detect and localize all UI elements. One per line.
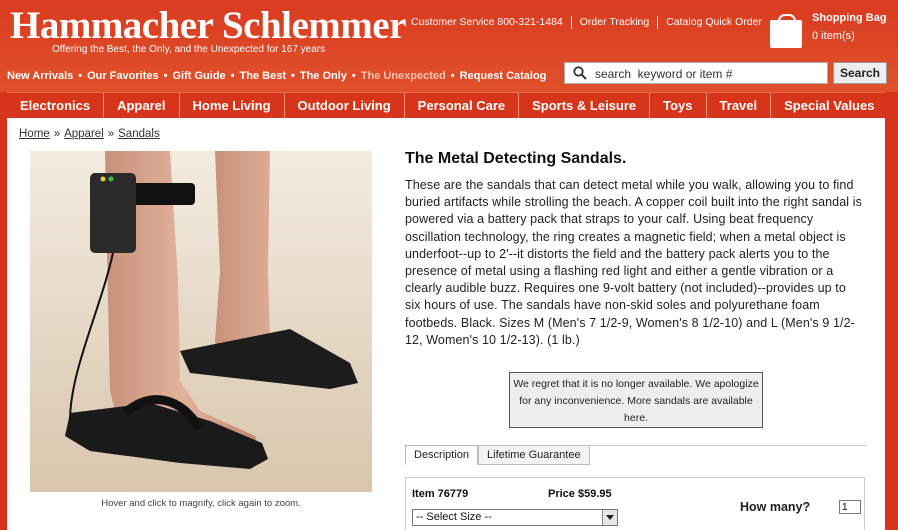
search-input[interactable] <box>595 65 823 82</box>
image-caption: Hover and click to magnify, click again … <box>101 498 301 509</box>
item-number: Item 76779 <box>412 488 469 500</box>
category-toys[interactable]: Toys <box>650 93 707 119</box>
catalog-quick-order-link[interactable]: Catalog Quick Order <box>666 16 762 29</box>
quantity-label: How many? <box>740 500 811 514</box>
breadcrumb-home[interactable]: Home <box>19 128 50 140</box>
divider <box>657 16 659 29</box>
search-icon <box>573 66 587 80</box>
tab-lifetime-guarantee[interactable]: Lifetime Guarantee <box>478 445 590 465</box>
category-sports-leisure[interactable]: Sports & Leisure <box>519 93 651 119</box>
subnav-gift-guide[interactable]: Gift Guide <box>173 70 226 82</box>
product-content: Home» Apparel» Sandals Hover and click t… <box>7 118 885 530</box>
subnav-the-only[interactable]: The Only <box>300 70 347 82</box>
category-electronics[interactable]: Electronics <box>7 93 105 119</box>
category-nav: Electronics Apparel Home Living Outdoor … <box>7 92 887 119</box>
site-header: Hammacher Schlemmer Offering the Best, t… <box>0 0 898 92</box>
customer-service-link[interactable]: Customer Service <box>411 16 494 29</box>
breadcrumb-apparel[interactable]: Apparel <box>64 128 104 140</box>
subnav-request-catalog[interactable]: Request Catalog <box>460 70 547 82</box>
category-home-living[interactable]: Home Living <box>180 93 285 119</box>
order-tracking-link[interactable]: Order Tracking <box>580 16 649 29</box>
category-special-values[interactable]: Special Values <box>771 93 887 119</box>
breadcrumb: Home» Apparel» Sandals <box>19 128 160 140</box>
subnav-the-best[interactable]: The Best <box>240 70 286 82</box>
sandals-photo[interactable] <box>30 151 372 492</box>
search-button[interactable]: Search <box>833 62 887 84</box>
category-outdoor-living[interactable]: Outdoor Living <box>285 93 405 119</box>
subnav-the-unexpected[interactable]: The Unexpected <box>361 70 446 82</box>
subnav-our-favorites[interactable]: Our Favorites <box>87 70 159 82</box>
subnav-new-arrivals[interactable]: New Arrivals <box>7 70 73 82</box>
purchase-box: Item 76779 Price $59.95 How many? -- Sel… <box>405 477 865 530</box>
brand-tagline: Offering the Best, the Only, and the Une… <box>52 44 326 55</box>
shopping-bag[interactable]: Shopping Bag 0 item(s) <box>770 12 890 52</box>
quantity-input[interactable] <box>839 500 861 514</box>
phone-number: 800-321-1484 <box>497 16 563 28</box>
secondary-nav: New Arrivals • Our Favorites • Gift Guide •… <box>7 70 547 82</box>
product-title: The Metal Detecting Sandals. <box>405 150 627 167</box>
shopping-bag-icon[interactable] <box>770 14 802 48</box>
category-personal-care[interactable]: Personal Care <box>405 93 520 119</box>
brand-logo[interactable]: Hammacher Schlemmer <box>10 5 406 47</box>
shopping-bag-count[interactable]: 0 item(s) <box>812 30 855 42</box>
chevron-down-icon[interactable] <box>602 510 617 525</box>
breadcrumb-sandals[interactable]: Sandals <box>118 128 160 140</box>
product-description: These are the sandals that can detect me… <box>405 178 862 347</box>
divider <box>570 16 572 29</box>
category-apparel[interactable]: Apparel <box>104 93 180 119</box>
tab-description[interactable]: Description <box>405 445 479 465</box>
price: Price $59.95 <box>548 488 612 500</box>
category-travel[interactable]: Travel <box>707 93 772 119</box>
shopping-bag-title[interactable]: Shopping Bag <box>812 12 887 24</box>
size-select[interactable]: -- Select Size -- <box>412 509 618 526</box>
search-box <box>564 62 828 84</box>
unavailable-notice[interactable]: We regret that it is no longer available… <box>509 372 763 428</box>
product-tabs: Description Lifetime Guarantee <box>405 445 590 465</box>
product-image[interactable] <box>30 151 372 492</box>
utility-links: Customer Service 800-321-1484 Order Trac… <box>411 16 762 29</box>
size-select-value: -- Select Size -- <box>416 511 492 523</box>
